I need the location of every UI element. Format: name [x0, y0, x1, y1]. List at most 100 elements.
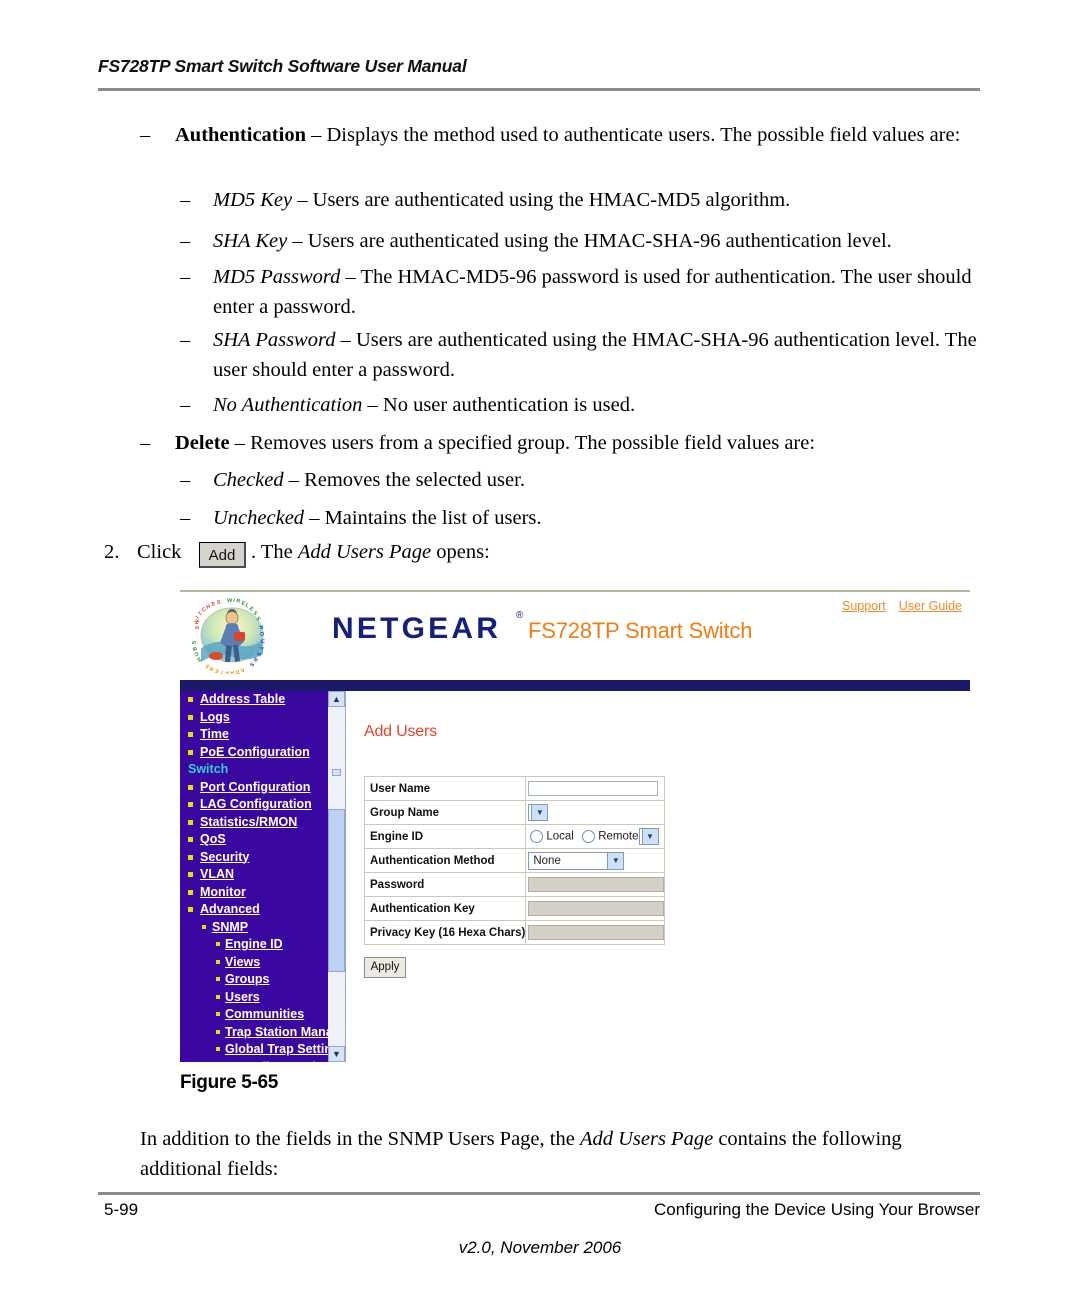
step-after-tail: opens: [431, 541, 490, 563]
sidebar-item-engine-id[interactable]: Engine ID [180, 936, 328, 954]
sidebar-item-label[interactable]: Engine ID [225, 937, 283, 951]
sidebar-item-label[interactable]: Global Trap Settings [225, 1042, 328, 1056]
field-control-cell: Local Remote ▼ [525, 824, 666, 849]
bullet-authentication: Authentication – Displays the method use… [175, 120, 975, 150]
sidebar-item-label[interactable]: Time [200, 727, 229, 741]
sidebar-item-label[interactable]: Address Table [200, 692, 285, 706]
text-md5-key: – Users are authenticated using the HMAC… [292, 189, 791, 211]
bullet-unchecked: Unchecked – Maintains the list of users. [213, 503, 983, 533]
bullet-no-authentication: No Authentication – No user authenticati… [213, 390, 983, 420]
sidebar-item-label[interactable]: Groups [225, 972, 269, 986]
bullet-square-icon [188, 732, 193, 737]
sidebar-item-label[interactable]: Advanced [200, 902, 260, 916]
bullet-md5-key: MD5 Key – Users are authenticated using … [213, 185, 983, 215]
bullet-square-icon [188, 714, 193, 720]
sidebar-item-groups[interactable]: Groups [180, 971, 328, 989]
bullet-square-icon [188, 697, 193, 702]
sidebar-item-time[interactable]: Time [180, 726, 328, 744]
user-name-input[interactable] [528, 781, 659, 796]
sidebar-item-label[interactable]: Security [200, 850, 249, 864]
bullet-sha-key: SHA Key – Users are authenticated using … [213, 226, 983, 256]
sidebar-item-label[interactable]: Trap Station Manage [225, 1025, 328, 1039]
authentication-method-select[interactable]: None ▼ [528, 851, 625, 870]
bullet-md5-password: MD5 Password – The HMAC-MD5-96 password … [213, 262, 983, 322]
scrollbar-thumb[interactable] [328, 809, 345, 972]
support-link[interactable]: Support [842, 599, 886, 613]
model-name: FS728TP Smart Switch [528, 618, 753, 643]
sidebar-item-label[interactable]: Communities [225, 1007, 304, 1021]
add-button[interactable]: Add [199, 542, 246, 568]
sidebar-item-label[interactable]: Statistics/RMON [200, 815, 297, 829]
svg-text:O: O [258, 632, 264, 637]
step-text-before: Click [137, 541, 182, 563]
bullet-dash-sha-password: – [180, 329, 191, 351]
sidebar-item-snmp[interactable]: SNMP [180, 919, 328, 937]
term-no-authentication: No Authentication [213, 394, 363, 416]
bullet-dash-checked: – [180, 469, 191, 491]
sidebar-item-label[interactable]: SNMP [212, 920, 248, 934]
bullet-square-icon [216, 994, 220, 999]
sidebar-item-communities[interactable]: Communities [180, 1006, 328, 1024]
step-after-plain: . The [251, 541, 298, 563]
sidebar-item-views[interactable]: Views [180, 954, 328, 972]
sidebar-nav: Address Table Logs Time PoE Configuration Sw… [180, 691, 328, 1062]
text-no-authentication: – No user authentication is used. [362, 394, 636, 416]
sidebar-item-global-trap-settings[interactable]: Global Trap Settings [180, 1041, 328, 1059]
apply-button[interactable]: Apply [364, 957, 406, 978]
closing-part1: In addition to the fields in the SNMP Us… [140, 1128, 580, 1150]
sidebar-item-label[interactable]: VLAN [200, 867, 234, 881]
sidebar-item-monitor[interactable]: Monitor [180, 884, 328, 902]
sidebar-item-users[interactable]: Users [180, 989, 328, 1007]
sidebar-item-label[interactable]: Users [225, 990, 260, 1004]
sidebar-item-vlan[interactable]: VLAN [180, 866, 328, 884]
field-label: Authentication Method [363, 848, 527, 873]
engine-id-select[interactable]: ▼ [638, 828, 659, 845]
netgear-wordmark: NETGEAR [332, 612, 502, 645]
term-md5-key: MD5 Key [213, 189, 293, 211]
field-label: Privacy Key (16 Hexa Chars) [363, 920, 527, 945]
sidebar-item-label[interactable]: Port Configuration [200, 780, 310, 794]
top-links: Support User Guide [829, 599, 962, 613]
sidebar-item-statistics-rmon[interactable]: Statistics/RMON [180, 814, 328, 832]
sidebar-item-label[interactable]: Monitor [200, 885, 246, 899]
scroll-down-icon[interactable]: ▼ [328, 1046, 345, 1062]
privacy-key-16-hexa-chars-input [528, 925, 665, 940]
sidebar-item-qos[interactable]: QoS [180, 831, 328, 849]
bullet-dash-md5-password: – [180, 266, 191, 288]
sidebar-item-trap-filter-settings[interactable]: Trap Filter Settings [180, 1059, 328, 1063]
sidebar-item-label[interactable]: QoS [200, 832, 226, 846]
sidebar-item-label[interactable]: Logs [200, 710, 230, 724]
svg-text:A: A [230, 669, 235, 674]
engine-id-radio-local[interactable] [530, 830, 544, 843]
embedded-screenshot: S W I T C H E S W I R E L E S S R O U T … [180, 590, 970, 1062]
sidebar-item-address-table[interactable]: Address Table [180, 691, 328, 709]
user-guide-link[interactable]: User Guide [899, 599, 962, 613]
sidebar-item-port-configuration[interactable]: Port Configuration [180, 779, 328, 797]
sidebar-item-poe-configuration[interactable]: PoE Configuration [180, 744, 328, 762]
content-pane: Add Users User Name Group Name ▼ Engine ID L… [346, 691, 970, 1062]
group-name-select[interactable]: ▼ [528, 804, 549, 821]
bullet-dash-unchecked: – [180, 507, 191, 529]
field-control-cell [525, 776, 666, 801]
sidebar-item-label[interactable]: Trap Filter Settings [225, 1060, 328, 1063]
sidebar-item-advanced[interactable]: Advanced [180, 901, 328, 919]
form-row: User Name [363, 776, 666, 801]
sidebar-item-label[interactable]: Views [225, 955, 260, 969]
sidebar-item-lag-configuration[interactable]: LAG Configuration [180, 796, 328, 814]
bullet-square-icon [216, 1047, 220, 1051]
navy-divider-band [180, 680, 970, 691]
sidebar-item-logs[interactable]: Logs [180, 709, 328, 727]
scroll-up-icon[interactable]: ▲ [328, 691, 345, 707]
footer-version: v2.0, November 2006 [458, 1238, 622, 1257]
sidebar-item-trap-station-manage[interactable]: Trap Station Manage [180, 1024, 328, 1042]
bullet-square-icon [202, 924, 206, 929]
sidebar-item-label[interactable]: LAG Configuration [200, 797, 312, 811]
registered-trademark-icon: ® [516, 610, 524, 621]
sidebar-item-label[interactable]: PoE Configuration [200, 745, 310, 759]
engine-id-radio-remote[interactable] [582, 830, 596, 843]
text-unchecked: – Maintains the list of users. [304, 507, 542, 529]
text-sha-key: – Users are authenticated using the HMAC… [287, 230, 892, 252]
sidebar-scrollbar[interactable]: ▲ ▼ [328, 691, 346, 1062]
bullet-dash-no-authentication: – [180, 394, 191, 416]
sidebar-item-security[interactable]: Security [180, 849, 328, 867]
